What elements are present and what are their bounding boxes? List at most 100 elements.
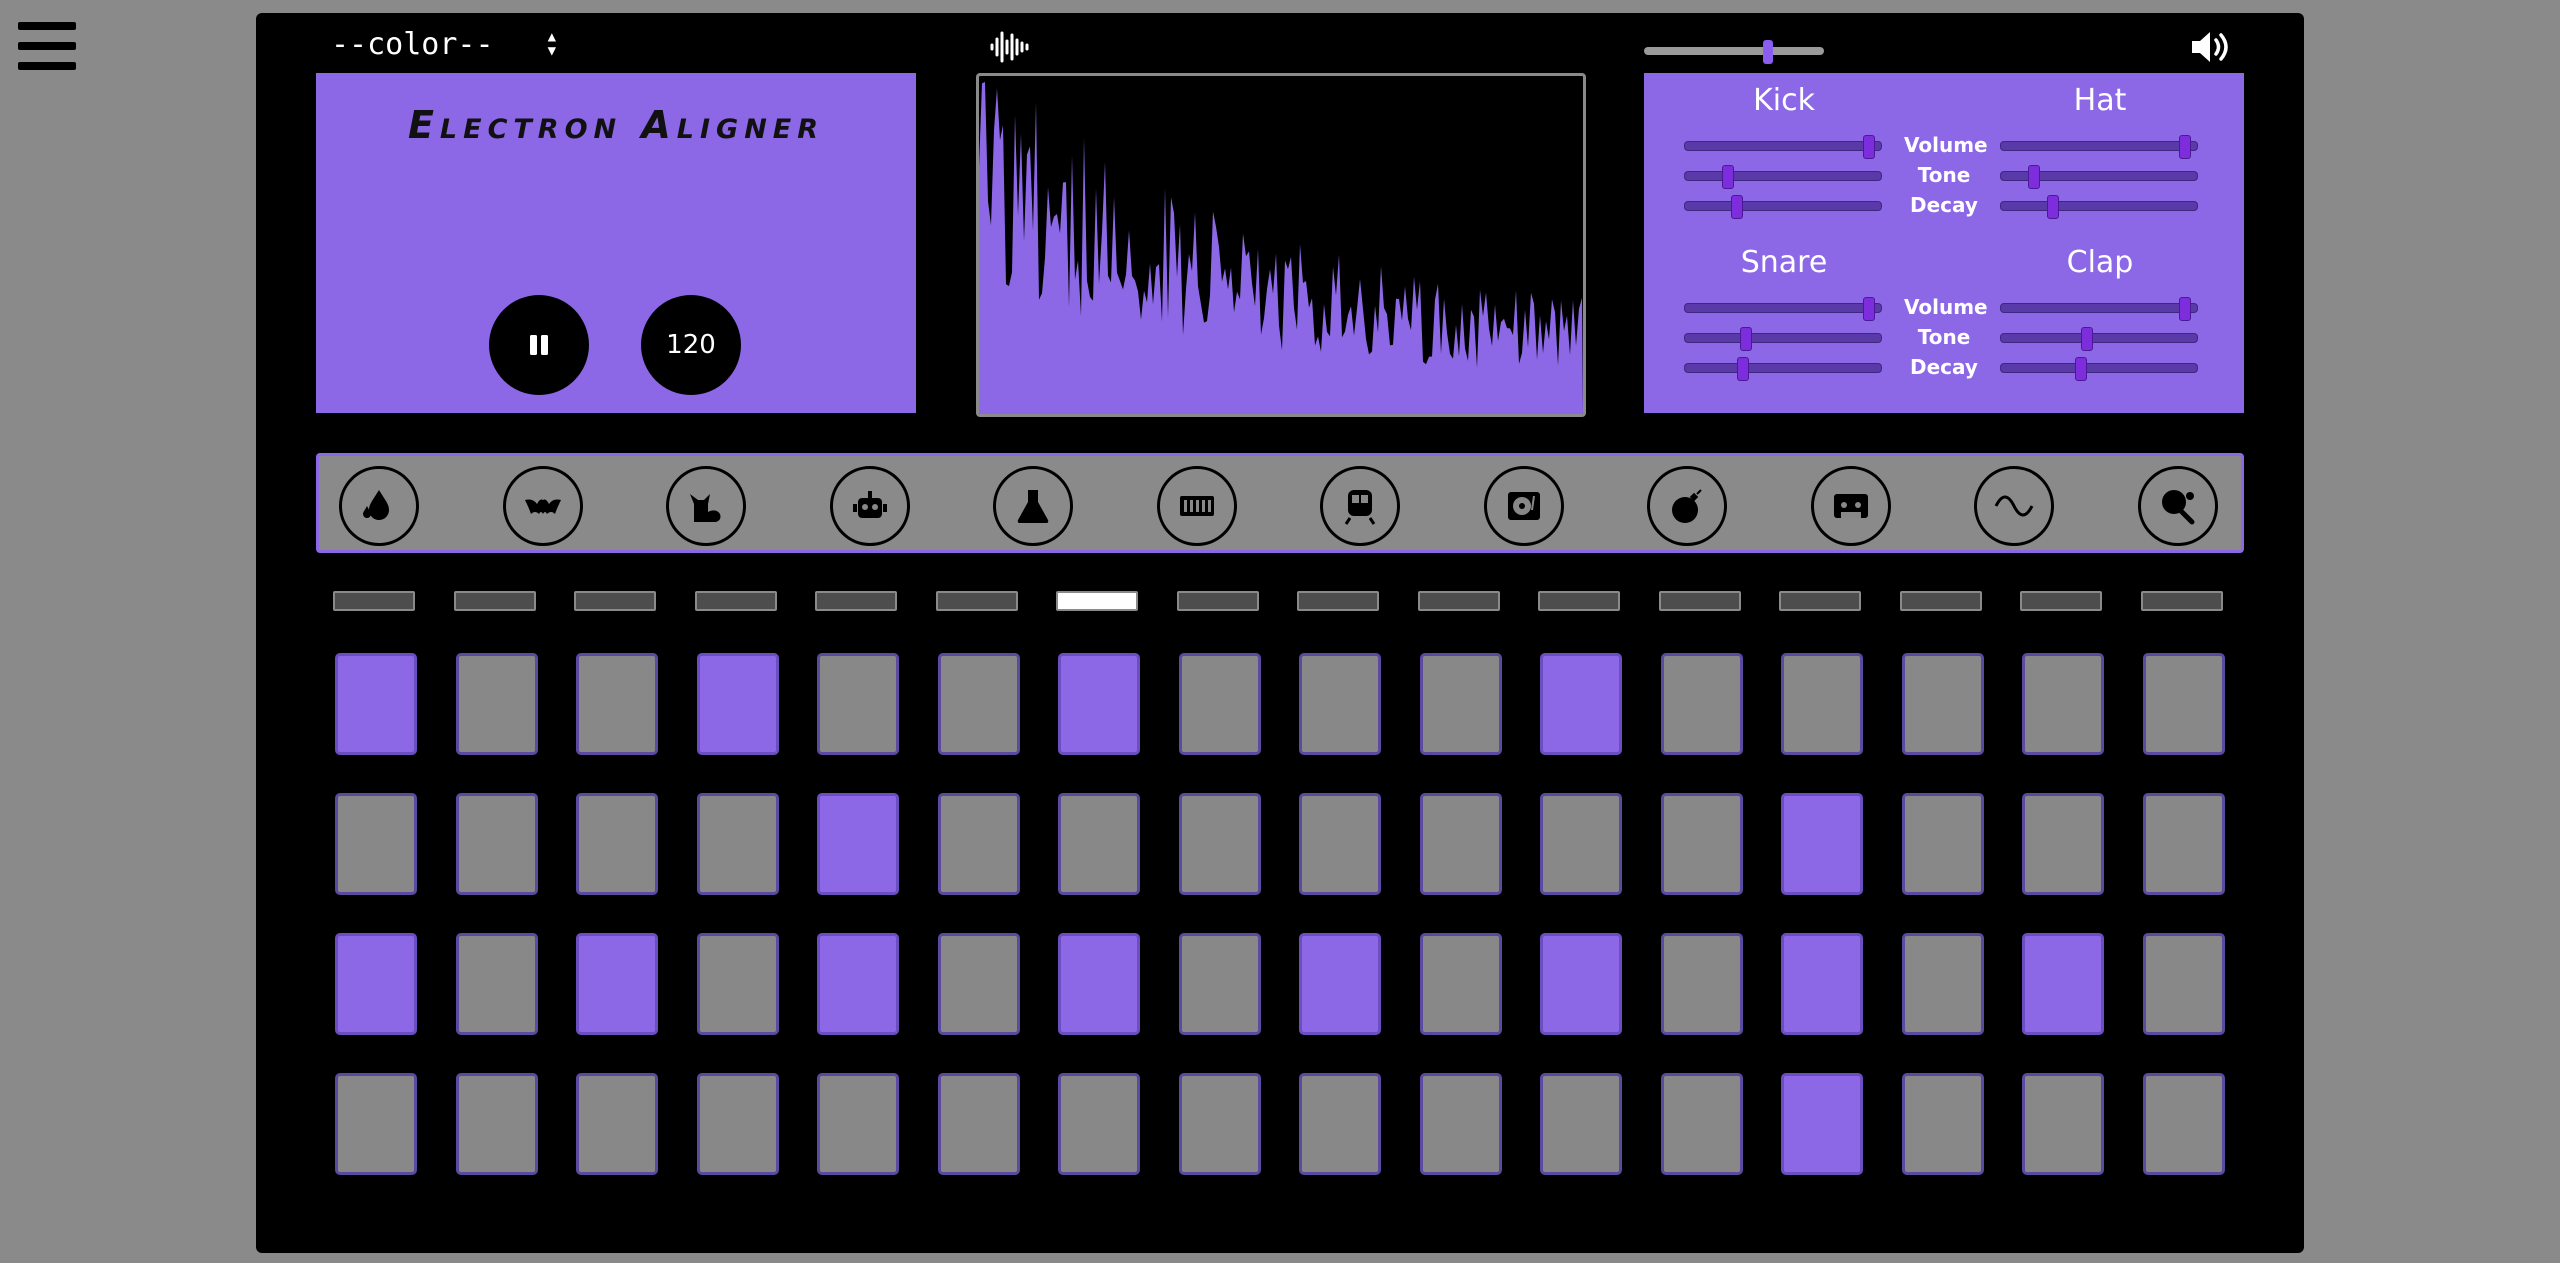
step-pad[interactable] bbox=[1781, 653, 1863, 755]
clap-tone-slider[interactable] bbox=[2000, 327, 2198, 351]
color-select[interactable]: --color-- ▲ ▼ bbox=[331, 23, 556, 65]
kick-decay-slider[interactable] bbox=[1684, 195, 1882, 219]
step-pad[interactable] bbox=[576, 1073, 658, 1175]
step-pad[interactable] bbox=[576, 793, 658, 895]
slider-thumb[interactable] bbox=[2047, 195, 2059, 219]
clap-decay-slider[interactable] bbox=[2000, 357, 2198, 381]
step-pad[interactable] bbox=[696, 653, 779, 755]
hat-tone-slider[interactable] bbox=[2000, 165, 2198, 189]
step-pad[interactable] bbox=[1058, 933, 1140, 1035]
clap-volume-slider[interactable] bbox=[2000, 297, 2198, 321]
step-pad[interactable] bbox=[817, 793, 899, 895]
step-pad[interactable] bbox=[1660, 1073, 1743, 1175]
step-pad[interactable] bbox=[1540, 653, 1622, 755]
step-pad[interactable] bbox=[1178, 933, 1261, 1035]
master-volume-slider[interactable] bbox=[1644, 40, 1824, 64]
step-pad[interactable] bbox=[937, 793, 1020, 895]
hamburger-menu-icon[interactable] bbox=[18, 22, 76, 76]
step-pad[interactable] bbox=[817, 933, 899, 1035]
step-pad[interactable] bbox=[2142, 653, 2225, 755]
snare-volume-slider[interactable] bbox=[1684, 297, 1882, 321]
step-pad[interactable] bbox=[1419, 793, 1502, 895]
step-pad[interactable] bbox=[1299, 933, 1381, 1035]
step-pad[interactable] bbox=[2142, 793, 2225, 895]
ping-pong-icon[interactable] bbox=[2137, 466, 2218, 546]
step-pad[interactable] bbox=[2142, 1073, 2225, 1175]
slider-thumb[interactable] bbox=[2178, 135, 2191, 159]
step-pad[interactable] bbox=[1781, 933, 1863, 1035]
slider-thumb[interactable] bbox=[2075, 357, 2088, 381]
snare-decay-slider[interactable] bbox=[1684, 357, 1882, 381]
step-pad[interactable] bbox=[1660, 933, 1743, 1035]
step-pad[interactable] bbox=[1540, 793, 1622, 895]
slider-thumb[interactable] bbox=[1731, 195, 1743, 219]
step-pad[interactable] bbox=[817, 1073, 899, 1175]
slider-thumb[interactable] bbox=[2178, 297, 2191, 321]
step-pad[interactable] bbox=[1901, 1073, 1984, 1175]
step-pad[interactable] bbox=[1660, 653, 1743, 755]
slider-thumb[interactable] bbox=[1862, 135, 1875, 159]
step-pad[interactable] bbox=[576, 653, 658, 755]
slider-thumb[interactable] bbox=[2080, 327, 2093, 351]
slider-thumb[interactable] bbox=[1736, 357, 1749, 381]
bat-icon[interactable] bbox=[502, 466, 583, 546]
turntable-icon[interactable] bbox=[1483, 466, 1564, 546]
step-pad[interactable] bbox=[1299, 653, 1381, 755]
step-pad[interactable] bbox=[335, 793, 417, 895]
cat-icon[interactable] bbox=[666, 466, 746, 546]
step-pad[interactable] bbox=[1299, 793, 1381, 895]
step-pad[interactable] bbox=[696, 933, 779, 1035]
step-pad[interactable] bbox=[455, 653, 538, 755]
hat-decay-slider[interactable] bbox=[2000, 195, 2198, 219]
step-pad[interactable] bbox=[2022, 793, 2104, 895]
tempo-button[interactable]: 120 bbox=[641, 295, 741, 395]
step-pad[interactable] bbox=[576, 933, 658, 1035]
step-pad[interactable] bbox=[455, 793, 538, 895]
slider-thumb[interactable] bbox=[1721, 165, 1734, 189]
step-pad[interactable] bbox=[335, 1073, 417, 1175]
snare-tone-slider[interactable] bbox=[1684, 327, 1882, 351]
step-pad[interactable] bbox=[1058, 793, 1140, 895]
keyboard-icon[interactable] bbox=[1156, 466, 1237, 546]
sine-wave-icon[interactable] bbox=[1974, 466, 2054, 546]
step-pad[interactable] bbox=[1178, 793, 1261, 895]
pause-button[interactable] bbox=[489, 295, 589, 395]
step-pad[interactable] bbox=[1178, 653, 1261, 755]
step-pad[interactable] bbox=[937, 933, 1020, 1035]
step-pad[interactable] bbox=[2022, 653, 2104, 755]
robot-icon[interactable] bbox=[829, 466, 910, 546]
step-pad[interactable] bbox=[2022, 1073, 2104, 1175]
cassette-icon[interactable] bbox=[1810, 466, 1891, 546]
step-pad[interactable] bbox=[1540, 933, 1622, 1035]
step-pad[interactable] bbox=[335, 933, 417, 1035]
slider-thumb[interactable] bbox=[1740, 327, 1753, 351]
step-pad[interactable] bbox=[1781, 793, 1863, 895]
step-pad[interactable] bbox=[1058, 1073, 1140, 1175]
step-pad[interactable] bbox=[335, 653, 417, 755]
master-volume-thumb[interactable] bbox=[1763, 40, 1773, 64]
step-pad[interactable] bbox=[1540, 1073, 1622, 1175]
water-drops-icon[interactable] bbox=[339, 466, 419, 546]
bomb-icon[interactable] bbox=[1647, 466, 1727, 546]
step-pad[interactable] bbox=[2142, 933, 2225, 1035]
slider-thumb[interactable] bbox=[2028, 165, 2041, 189]
step-pad[interactable] bbox=[1781, 1073, 1863, 1175]
train-icon[interactable] bbox=[1320, 466, 1400, 546]
step-pad[interactable] bbox=[937, 1073, 1020, 1175]
step-pad[interactable] bbox=[455, 933, 538, 1035]
step-pad[interactable] bbox=[2022, 933, 2104, 1035]
step-pad[interactable] bbox=[1901, 653, 1984, 755]
flask-icon[interactable] bbox=[993, 466, 1073, 546]
step-pad[interactable] bbox=[696, 793, 779, 895]
step-pad[interactable] bbox=[1419, 653, 1502, 755]
step-pad[interactable] bbox=[455, 1073, 538, 1175]
slider-thumb[interactable] bbox=[1862, 297, 1875, 321]
step-pad[interactable] bbox=[696, 1073, 779, 1175]
waveform-icon[interactable] bbox=[988, 29, 1032, 65]
step-pad[interactable] bbox=[1058, 653, 1140, 755]
step-pad[interactable] bbox=[1299, 1073, 1381, 1175]
step-pad[interactable] bbox=[817, 653, 899, 755]
kick-volume-slider[interactable] bbox=[1684, 135, 1882, 159]
step-pad[interactable] bbox=[1419, 1073, 1502, 1175]
step-pad[interactable] bbox=[1901, 933, 1984, 1035]
